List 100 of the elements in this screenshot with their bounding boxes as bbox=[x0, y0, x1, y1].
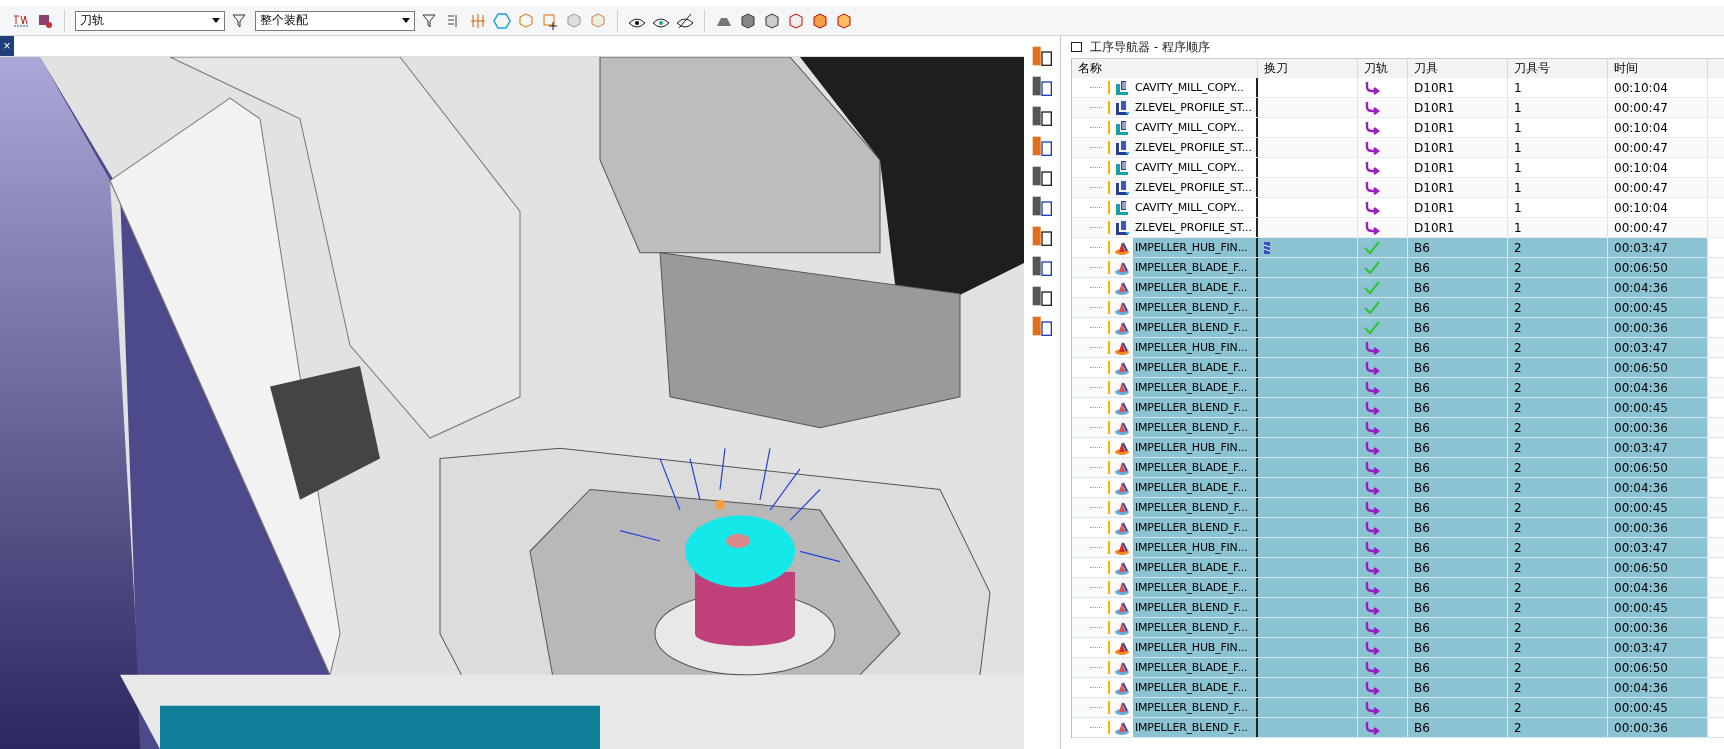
tool-cell: B6 bbox=[1408, 298, 1508, 317]
operation-row[interactable]: IMPELLER_BLEND_F... B6 2 00:00:36 bbox=[1072, 518, 1724, 538]
operation-row[interactable]: IMPELLER_BLEND_F... B6 2 00:00:45 bbox=[1072, 698, 1724, 718]
cube-icon[interactable] bbox=[763, 11, 781, 30]
operation-name: IMPELLER_BLADE_F... bbox=[1133, 358, 1256, 377]
tool-cell: B6 bbox=[1408, 598, 1508, 617]
operation-row[interactable]: IMPELLER_HUB_FIN... B6 2 00:03:47 bbox=[1072, 438, 1724, 458]
operation-row[interactable]: CAVITY_MILL_COPY... D10R1 1 00:10:04 bbox=[1072, 198, 1724, 218]
operation-row[interactable]: IMPELLER_BLEND_F... B6 2 00:00:36 bbox=[1072, 418, 1724, 438]
tool-cell: B6 bbox=[1408, 718, 1508, 737]
caret-icon bbox=[212, 18, 220, 23]
tool-number-cell: 2 bbox=[1508, 258, 1608, 277]
tool-number-cell: 1 bbox=[1508, 218, 1608, 237]
operation-row[interactable]: ZLEVEL_PROFILE_ST... D10R1 1 00:00:47 bbox=[1072, 178, 1724, 198]
time-cell: 00:10:04 bbox=[1608, 198, 1708, 217]
time-cell: 00:04:36 bbox=[1608, 478, 1708, 497]
tool-cell: B6 bbox=[1408, 458, 1508, 477]
operation-row[interactable]: IMPELLER_BLADE_F... B6 2 00:04:36 bbox=[1072, 378, 1724, 398]
operation-row[interactable]: IMPELLER_BLADE_F... B6 2 00:06:50 bbox=[1072, 258, 1724, 278]
operation-row[interactable]: IMPELLER_BLADE_F... B6 2 00:04:36 bbox=[1072, 678, 1724, 698]
operation-row[interactable]: IMPELLER_BLADE_F... B6 2 00:06:50 bbox=[1072, 458, 1724, 478]
operation-row[interactable]: IMPELLER_BLEND_F... B6 2 00:00:36 bbox=[1072, 618, 1724, 638]
cube-icon[interactable] bbox=[811, 11, 829, 30]
time-cell: 00:06:50 bbox=[1608, 558, 1708, 577]
operation-row[interactable]: IMPELLER_BLADE_F... B6 2 00:06:50 bbox=[1072, 658, 1724, 678]
operation-row[interactable]: IMPELLER_BLEND_F... B6 2 00:00:36 bbox=[1072, 718, 1724, 738]
tool-cell: B6 bbox=[1408, 498, 1508, 517]
operation-name: CAVITY_MILL_COPY... bbox=[1134, 120, 1245, 136]
tool-cell: B6 bbox=[1408, 678, 1508, 697]
time-cell: 00:03:47 bbox=[1608, 238, 1708, 257]
operation-row[interactable]: IMPELLER_BLEND_F... B6 2 00:00:45 bbox=[1072, 498, 1724, 518]
operation-row[interactable]: IMPELLER_BLEND_F... B6 2 00:00:45 bbox=[1072, 598, 1724, 618]
tool-number-cell: 1 bbox=[1508, 158, 1608, 177]
operation-row[interactable]: CAVITY_MILL_COPY... D10R1 1 00:10:04 bbox=[1072, 158, 1724, 178]
tool-number-cell: 2 bbox=[1508, 538, 1608, 557]
time-cell: 00:03:47 bbox=[1608, 438, 1708, 457]
operation-row[interactable]: IMPELLER_BLADE_F... B6 2 00:04:36 bbox=[1072, 278, 1724, 298]
operation-row[interactable]: IMPELLER_HUB_FIN... B6 2 00:03:47 bbox=[1072, 238, 1724, 258]
operation-row[interactable]: ZLEVEL_PROFILE_ST... D10R1 1 00:00:47 bbox=[1072, 218, 1724, 238]
operation-name: IMPELLER_BLADE_F... bbox=[1133, 278, 1256, 297]
operation-row[interactable]: ZLEVEL_PROFILE_ST... D10R1 1 00:00:47 bbox=[1072, 138, 1724, 158]
tool-number-cell: 2 bbox=[1508, 658, 1608, 677]
operation-name: IMPELLER_HUB_FIN... bbox=[1133, 238, 1256, 257]
tool-number-cell: 1 bbox=[1508, 118, 1608, 137]
dropdown-field[interactable]: 刀轨 bbox=[75, 10, 225, 31]
filter-icon[interactable] bbox=[231, 11, 249, 30]
tool-cell: B6 bbox=[1408, 338, 1508, 357]
time-cell: 00:03:47 bbox=[1608, 338, 1708, 357]
tool-cell: D10R1 bbox=[1408, 178, 1508, 197]
time-cell: 00:00:47 bbox=[1608, 218, 1708, 237]
tool-number-cell: 1 bbox=[1508, 78, 1608, 97]
time-cell: 00:04:36 bbox=[1608, 578, 1708, 597]
tool-cell: B6 bbox=[1408, 638, 1508, 657]
dropdown-field[interactable]: 整个装配 bbox=[255, 10, 415, 31]
operation-row[interactable]: ZLEVEL_PROFILE_ST... D10R1 1 00:00:47 bbox=[1072, 98, 1724, 118]
operation-name: ZLEVEL_PROFILE_ST... bbox=[1134, 220, 1253, 236]
tool-cell: B6 bbox=[1408, 518, 1508, 537]
operation-row[interactable]: IMPELLER_HUB_FIN... B6 2 00:03:47 bbox=[1072, 338, 1724, 358]
operation-name: IMPELLER_BLEND_F... bbox=[1133, 318, 1256, 337]
operation-name: CAVITY_MILL_COPY... bbox=[1134, 200, 1245, 216]
operation-row[interactable]: IMPELLER_BLADE_F... B6 2 00:06:50 bbox=[1072, 558, 1724, 578]
tool-number-cell: 2 bbox=[1508, 498, 1608, 517]
time-cell: 00:06:50 bbox=[1608, 258, 1708, 277]
operation-row[interactable]: CAVITY_MILL_COPY... D10R1 1 00:10:04 bbox=[1072, 78, 1724, 98]
tool-cell: D10R1 bbox=[1408, 218, 1508, 237]
tool-cell: D10R1 bbox=[1408, 118, 1508, 137]
operation-row[interactable]: IMPELLER_BLEND_F... B6 2 00:00:36 bbox=[1072, 318, 1724, 338]
time-cell: 00:00:45 bbox=[1608, 498, 1708, 517]
tool-number-cell: 2 bbox=[1508, 638, 1608, 657]
time-cell: 00:00:47 bbox=[1608, 138, 1708, 157]
tool-number-cell: 2 bbox=[1508, 678, 1608, 697]
operation-row[interactable]: IMPELLER_BLEND_F... B6 2 00:00:45 bbox=[1072, 398, 1724, 418]
operation-name: IMPELLER_BLADE_F... bbox=[1133, 478, 1256, 497]
operation-name: IMPELLER_BLADE_F... bbox=[1133, 258, 1256, 277]
tool-number-cell: 2 bbox=[1508, 698, 1608, 717]
hexagon-icon[interactable] bbox=[493, 11, 511, 30]
cube-icon[interactable] bbox=[787, 11, 805, 30]
time-cell: 00:10:04 bbox=[1608, 158, 1708, 177]
tool-number-cell: 2 bbox=[1508, 418, 1608, 437]
tool-number-cell: 1 bbox=[1508, 138, 1608, 157]
filter-icon[interactable] bbox=[421, 11, 439, 30]
cube-icon[interactable] bbox=[835, 11, 853, 30]
operation-row[interactable]: IMPELLER_BLADE_F... B6 2 00:04:36 bbox=[1072, 478, 1724, 498]
eye-icon[interactable] bbox=[676, 11, 694, 30]
operation-row[interactable]: IMPELLER_HUB_FIN... B6 2 00:03:47 bbox=[1072, 638, 1724, 658]
operation-row[interactable]: CAVITY_MILL_COPY... D10R1 1 00:10:04 bbox=[1072, 118, 1724, 138]
tool-number-cell: 2 bbox=[1508, 438, 1608, 457]
operation-name: IMPELLER_BLEND_F... bbox=[1133, 718, 1256, 737]
machine-3d-view-drawing[interactable] bbox=[0, 57, 1024, 749]
operation-row[interactable]: IMPELLER_HUB_FIN... B6 2 00:03:47 bbox=[1072, 538, 1724, 558]
operation-row[interactable]: IMPELLER_BLEND_F... B6 2 00:00:45 bbox=[1072, 298, 1724, 318]
operation-row[interactable]: IMPELLER_BLADE_F... B6 2 00:06:50 bbox=[1072, 358, 1724, 378]
tool-cell: B6 bbox=[1408, 618, 1508, 637]
window-icon[interactable] bbox=[1071, 42, 1082, 52]
close-button[interactable]: × bbox=[0, 36, 14, 56]
operation-icon bbox=[1114, 139, 1130, 156]
cube-icon[interactable] bbox=[739, 11, 757, 30]
operation-row[interactable]: IMPELLER_BLADE_F... B6 2 00:04:36 bbox=[1072, 578, 1724, 598]
tool-number-cell: 2 bbox=[1508, 398, 1608, 417]
tool-cell: B6 bbox=[1408, 378, 1508, 397]
